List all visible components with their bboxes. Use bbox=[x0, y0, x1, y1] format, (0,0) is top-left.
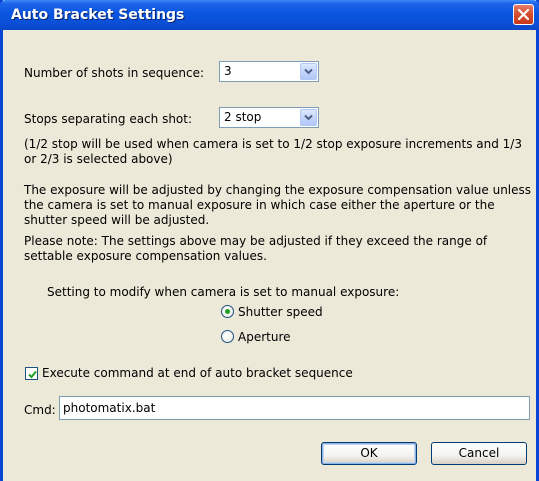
radio-button[interactable] bbox=[221, 305, 234, 318]
stops-label: Stops separating each shot: bbox=[24, 112, 193, 126]
cmd-input[interactable] bbox=[63, 399, 523, 417]
stops-dropdown-button[interactable] bbox=[300, 109, 317, 126]
shots-dropdown-button[interactable] bbox=[300, 63, 317, 80]
close-icon bbox=[518, 9, 529, 20]
stops-dropdown[interactable]: 2 stop bbox=[219, 107, 319, 128]
cmd-field[interactable] bbox=[59, 396, 530, 420]
cmd-label: Cmd: bbox=[24, 403, 56, 417]
shots-dropdown[interactable]: 3 bbox=[219, 61, 319, 82]
ok-button[interactable]: OK bbox=[321, 442, 417, 465]
shots-label: Number of shots in sequence: bbox=[24, 66, 204, 80]
chevron-down-icon bbox=[304, 68, 313, 75]
execute-label[interactable]: Execute command at end of auto bracket s… bbox=[42, 366, 353, 380]
stops-value: 2 stop bbox=[224, 110, 262, 124]
cancel-button[interactable]: Cancel bbox=[431, 442, 527, 465]
exposure-note: The exposure will be adjusted by changin… bbox=[24, 183, 532, 227]
radio-label[interactable]: Shutter speed bbox=[238, 305, 323, 319]
dialog-title: Auto Bracket Settings bbox=[11, 7, 185, 23]
radio-selected-dot bbox=[225, 309, 230, 314]
close-button[interactable] bbox=[513, 4, 534, 25]
dialog-window: Auto Bracket Settings Number of shots in… bbox=[0, 0, 539, 481]
radio-label[interactable]: Aperture bbox=[238, 330, 291, 344]
title-bar[interactable]: Auto Bracket Settings bbox=[0, 0, 539, 30]
chevron-down-icon bbox=[304, 114, 313, 121]
shots-value: 3 bbox=[224, 64, 232, 78]
execute-checkbox[interactable] bbox=[25, 367, 38, 380]
checkmark-icon bbox=[28, 370, 37, 379]
manual-exposure-label: Setting to modify when camera is set to … bbox=[47, 285, 400, 299]
radio-button[interactable] bbox=[221, 330, 234, 343]
please-note: Please note: The settings above may be a… bbox=[24, 234, 488, 263]
half-stop-note: (1/2 stop will be used when camera is se… bbox=[24, 137, 522, 166]
